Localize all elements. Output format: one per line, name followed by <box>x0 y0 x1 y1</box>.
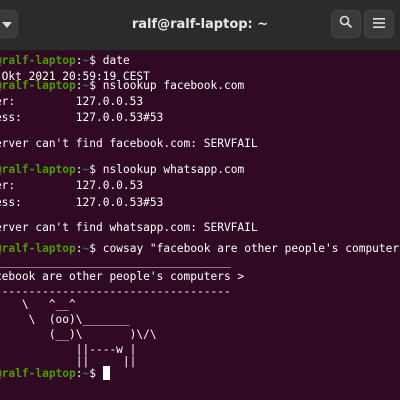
output-line: ** server can't find facebook.com: SERVF… <box>0 137 258 150</box>
command-text: date <box>102 54 130 67</box>
title-bar: ralf@ralf-laptop: ~ <box>0 0 400 51</box>
search-icon <box>339 15 353 34</box>
search-button[interactable] <box>331 10 361 38</box>
text-cursor <box>102 366 110 380</box>
prompt-line-active[interactable]: ralf@ralf-laptop:~$ <box>0 366 110 382</box>
output-line: ** server can't find whatsapp.com: SERVF… <box>0 221 258 234</box>
output-line: Address: 127.0.0.53#53 <box>0 196 164 209</box>
prompt-line: ralf@ralf-laptop:~$ nslookup facebook.co… <box>0 79 245 92</box>
terminal-window: ralf@ralf-laptop: ~ ralf@ralf-laptop:~$ … <box>0 0 400 400</box>
prompt-line: ralf@ralf-laptop:~$ date <box>0 54 130 67</box>
cowsay-art-line: \ (oo)\_______ <box>28 313 130 326</box>
command-text: nslookup whatsapp.com <box>102 163 245 176</box>
command-text: nslookup facebook.com <box>102 79 245 92</box>
prompt-line: ralf@ralf-laptop:~$ nslookup whatsapp.co… <box>0 163 245 176</box>
cowsay-bubble-top: ______________________________________ <box>0 255 231 268</box>
cowsay-art-line: \ ^__^ <box>21 298 76 311</box>
output-line: Server: 127.0.0.53 <box>0 95 144 108</box>
output-line: Server: 127.0.0.53 <box>0 179 144 192</box>
menu-button[interactable] <box>364 10 394 38</box>
cowsay-bubble-text: < facebook are other people's computers … <box>0 270 245 283</box>
cowsay-art-line: (__)\ )\/\ <box>48 328 157 341</box>
terminal-output[interactable]: ralf@ralf-laptop:~$ date Mo 4 Okt 2021 2… <box>0 50 400 400</box>
hamburger-menu-icon <box>373 15 385 33</box>
output-line: Address: 127.0.0.53#53 <box>0 111 164 124</box>
